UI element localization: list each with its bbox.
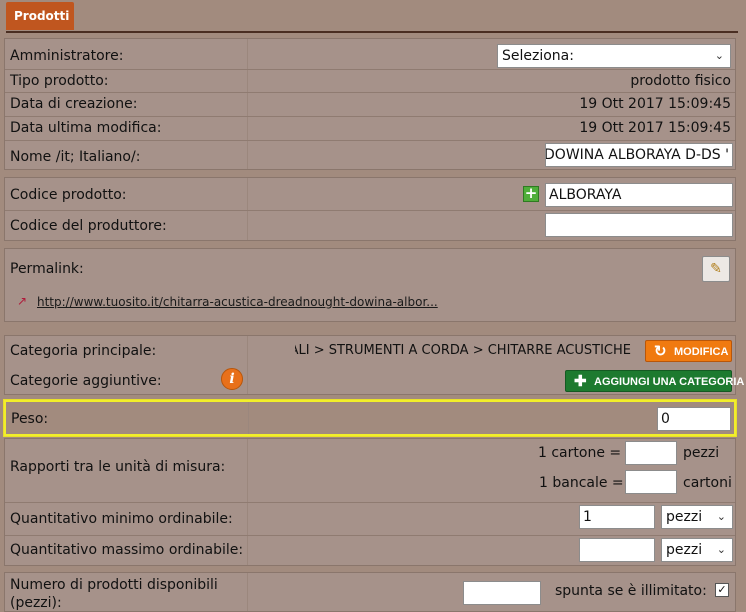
peso-panel: Peso: 0 [3, 399, 737, 437]
edit-pencil-icon[interactable]: ✎ [702, 256, 730, 282]
info-icon[interactable]: i [221, 368, 243, 390]
permalink-panel: Permalink: ✎ ↗ http://www.tuosito.it/chi… [4, 248, 736, 322]
disponibili-label-2: (pezzi): [10, 595, 62, 611]
plus-icon: ✚ [574, 373, 587, 390]
rapporto-cartone-input[interactable] [625, 441, 677, 465]
add-icon[interactable]: + [523, 186, 539, 202]
tipo-label: Tipo prodotto: [10, 73, 109, 89]
categoria-path: CALI > STRUMENTI A CORDA > CHITARRE ACUS… [295, 343, 631, 358]
modifica-button[interactable]: ↻ MODIFICA [645, 340, 732, 362]
permalink-url[interactable]: http://www.tuosito.it/chitarra-acustica-… [37, 295, 438, 309]
rapporto-cartone-unit: pezzi [683, 445, 720, 461]
rapporto-cartone-prefix: 1 cartone = [538, 445, 622, 461]
creazione-label: Data di creazione: [10, 96, 138, 112]
tab-underline [6, 31, 738, 33]
aggiungi-categoria-button[interactable]: ✚ AGGIUNGI UNA CATEGORIA [565, 370, 744, 392]
codes-panel: Codice prodotto: + ALBORAYA Codice del p… [4, 177, 736, 241]
header-bar: Prodotti [0, 0, 746, 33]
nome-input[interactable]: ' DOWINA ALBORAYA D-DS [545, 143, 733, 167]
modifica-value: 19 Ott 2017 15:09:45 [579, 120, 731, 136]
minimo-label: Quantitativo minimo ordinabile: [10, 511, 233, 527]
chevron-down-icon: ⌄ [714, 49, 724, 62]
aggiuntive-label: Categorie aggiuntive: [10, 373, 162, 389]
tab-prodotti[interactable]: Prodotti [6, 2, 74, 30]
rapporto-bancale-unit: cartoni [683, 475, 732, 491]
units-panel: Rapporti tra le unità di misura: 1 carto… [4, 438, 736, 566]
rapporti-label: Rapporti tra le unità di misura: [10, 459, 226, 475]
massimo-unit-select[interactable]: pezzi ⌄ [661, 538, 733, 562]
minimo-unit-select[interactable]: pezzi ⌄ [661, 505, 733, 529]
peso-label: Peso: [11, 411, 49, 427]
illimitato-label: spunta se è illimitato: [555, 583, 707, 599]
illimitato-checkbox[interactable]: ✓ [715, 583, 729, 597]
row-amministratore: Amministratore: Seleziona: ⌄ [5, 39, 735, 69]
amministratore-select[interactable]: Seleziona: ⌄ [497, 44, 731, 68]
codice-label: Codice prodotto: [10, 187, 127, 203]
chevron-down-icon: ⌄ [716, 543, 726, 556]
permalink-label: Permalink: [10, 261, 84, 277]
general-info-panel: Amministratore: Seleziona: ⌄ Tipo prodot… [4, 38, 736, 170]
amministratore-label: Amministratore: [10, 48, 124, 64]
refresh-icon: ↻ [654, 343, 667, 360]
rapporto-bancale-input[interactable] [625, 470, 677, 494]
codice-input[interactable]: ALBORAYA [545, 183, 733, 207]
external-link-icon: ↗ [17, 294, 28, 308]
produttore-input[interactable] [545, 213, 733, 237]
rapporto-bancale-prefix: 1 bancale = [539, 475, 624, 491]
massimo-label: Quantitativo massimo ordinabile: [10, 542, 244, 558]
categories-panel: Categoria principale: CALI > STRUMENTI A… [4, 335, 744, 395]
minimo-input[interactable]: 1 [579, 505, 655, 529]
chevron-down-icon: ⌄ [716, 510, 726, 523]
categoria-label: Categoria principale: [10, 343, 157, 359]
peso-input[interactable]: 0 [657, 407, 731, 431]
creazione-value: 19 Ott 2017 15:09:45 [579, 96, 731, 112]
disponibili-label: Numero di prodotti disponibili [10, 577, 218, 593]
disponibili-input[interactable] [463, 581, 541, 605]
modifica-label: Data ultima modifica: [10, 120, 162, 136]
nome-label: Nome /it; Italiano/: [10, 149, 141, 165]
tipo-value: prodotto fisico [630, 73, 731, 89]
produttore-label: Codice del produttore: [10, 218, 167, 234]
availability-panel: Numero di prodotti disponibili (pezzi): … [4, 572, 736, 612]
massimo-input[interactable] [579, 538, 655, 562]
